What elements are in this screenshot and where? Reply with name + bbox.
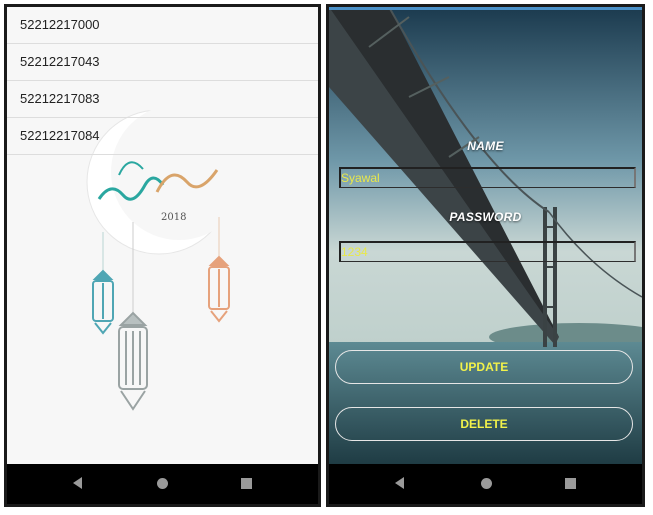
left-phone-frame: 2018 52212217000 52212217043 52212217083…: [4, 4, 321, 507]
password-field[interactable]: [339, 241, 636, 262]
bridge-background-image: [329, 7, 642, 464]
delete-button[interactable]: DELETE: [335, 407, 633, 441]
recents-icon[interactable]: [241, 478, 252, 489]
back-icon[interactable]: [395, 477, 404, 489]
home-icon[interactable]: [157, 478, 168, 489]
list-item[interactable]: 52212217084: [7, 118, 318, 155]
lantern-icon: [208, 255, 230, 323]
right-phone-frame: NAME PASSWORD UPDATE DELETE: [326, 4, 645, 507]
back-icon[interactable]: [73, 477, 82, 489]
status-strip: [329, 7, 642, 10]
name-field[interactable]: [339, 167, 636, 188]
year-text: 2018: [161, 212, 186, 223]
update-button[interactable]: UPDATE: [335, 350, 633, 384]
lantern-icon: [118, 311, 148, 411]
list-item[interactable]: 52212217043: [7, 44, 318, 81]
contact-list-screen: 2018 52212217000 52212217043 52212217083…: [7, 7, 318, 464]
lantern-icon: [92, 269, 114, 335]
recents-icon[interactable]: [565, 478, 576, 489]
list-item[interactable]: 52212217000: [7, 7, 318, 44]
list-item[interactable]: 52212217083: [7, 81, 318, 118]
edit-record-screen: NAME PASSWORD UPDATE DELETE: [329, 7, 642, 464]
name-label: NAME: [467, 139, 504, 153]
password-label: PASSWORD: [449, 210, 522, 224]
contact-list: 52212217000 52212217043 52212217083 5221…: [7, 7, 318, 155]
navigation-bar: [7, 464, 318, 504]
home-icon[interactable]: [481, 478, 492, 489]
navigation-bar: [329, 464, 642, 504]
